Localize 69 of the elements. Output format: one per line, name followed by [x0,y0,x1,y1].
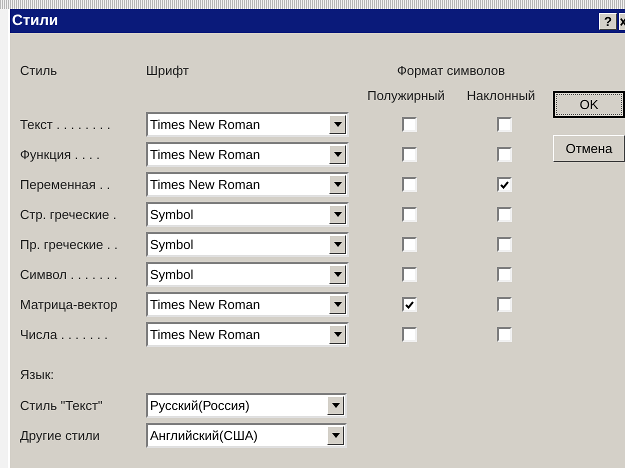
caret-icon [334,182,342,187]
dialog-button[interactable]: OK [553,91,625,118]
caret-icon [334,302,342,307]
check-icon [500,180,509,188]
caret-icon [332,433,340,438]
style-label: Стр. греческие . [20,206,118,224]
checkbox[interactable] [497,327,512,342]
column-header: Наклонный [466,87,536,106]
font-dropdown[interactable]: Times New Roman [146,172,349,197]
style-label: Переменная . . [20,176,112,194]
column-header: Формат символов [396,62,506,80]
checkbox[interactable] [402,207,417,222]
checkbox[interactable] [402,267,417,282]
font-dropdown[interactable]: Times New Roman [146,292,349,317]
checkbox[interactable] [402,297,417,312]
dropdown-button[interactable] [329,175,346,194]
caret-icon [332,403,340,408]
checkbox[interactable] [497,237,512,252]
column-header: Полужирный [366,87,446,106]
style-label: Символ . . . . . . . [20,266,118,284]
dropdown-button[interactable] [329,265,346,284]
font-dropdown[interactable]: Русский(Россия) [146,393,347,418]
column-header: Стиль [20,62,58,80]
dropdown-button[interactable] [329,145,346,164]
caret-icon [334,212,342,217]
font-dropdown[interactable]: Times New Roman [146,322,349,347]
checkbox[interactable] [402,237,417,252]
window-title: Стили [12,10,58,31]
style-label: Текст . . . . . . . . [20,116,112,134]
checkbox[interactable] [402,117,417,132]
style-label: Функция . . . . [20,146,101,164]
section-label: Язык: [20,366,55,384]
language-label: Стиль "Текст" [20,396,104,415]
caret-icon [334,152,342,157]
language-label: Другие стили [20,426,101,445]
dropdown-button[interactable] [329,295,346,314]
font-dropdown[interactable]: Symbol [146,232,349,257]
dropdown-button[interactable] [327,396,344,415]
dropdown-button[interactable] [329,325,346,344]
style-label: Пр. греческие . . [20,236,119,254]
checkbox[interactable] [497,117,512,132]
style-label: Числа . . . . . . . [20,326,109,344]
caret-icon [334,272,342,277]
checkbox[interactable] [402,147,417,162]
help-button[interactable]: ? [599,12,617,30]
font-dropdown[interactable]: Times New Roman [146,112,349,137]
checkbox[interactable] [497,147,512,162]
checkbox[interactable] [497,207,512,222]
dropdown-button[interactable] [327,426,344,445]
font-dropdown[interactable]: Symbol [146,202,349,227]
checkbox[interactable] [402,177,417,192]
dropdown-button[interactable] [329,205,346,224]
checkbox[interactable] [497,177,512,192]
column-header: Шрифт [146,62,190,80]
close-button[interactable] [619,12,625,30]
font-dropdown[interactable]: Times New Roman [146,142,349,167]
dropdown-button[interactable] [329,115,346,134]
checkbox[interactable] [497,267,512,282]
check-icon [405,300,414,308]
font-dropdown[interactable]: Английский(США) [146,423,347,448]
dropdown-button[interactable] [329,235,346,254]
dialog-button[interactable]: Отмена [553,135,625,162]
caret-icon [334,332,342,337]
caret-icon [334,122,342,127]
font-dropdown[interactable]: Symbol [146,262,349,287]
caret-icon [334,242,342,247]
checkbox[interactable] [402,327,417,342]
checkbox[interactable] [497,297,512,312]
style-label: Матрица-вектор [20,296,118,314]
